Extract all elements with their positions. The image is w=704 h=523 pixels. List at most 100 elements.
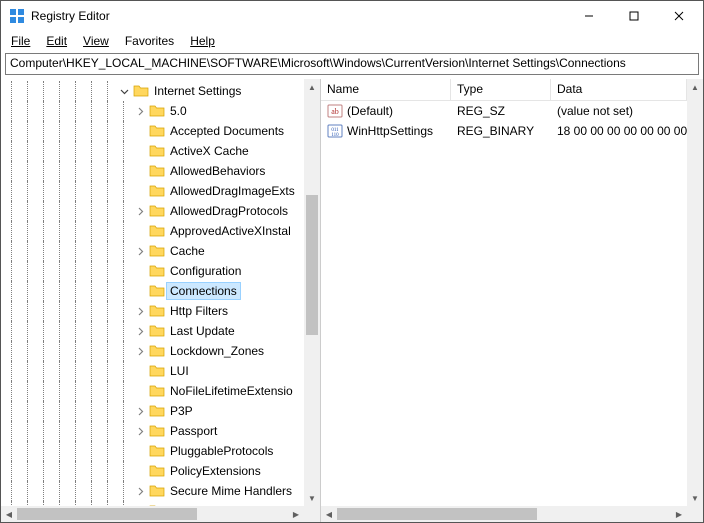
folder-icon [149,263,165,279]
tree-node[interactable]: Connections [5,281,304,301]
scroll-down-icon[interactable]: ▼ [687,490,703,506]
scroll-thumb[interactable] [17,508,197,520]
folder-icon [149,463,165,479]
scroll-down-icon[interactable]: ▼ [304,490,320,506]
scroll-right-icon[interactable]: ▶ [288,506,304,522]
list-header: Name Type Data [321,79,687,101]
folder-icon [149,323,165,339]
column-header-type[interactable]: Type [451,79,551,100]
tree-node-parent[interactable]: Internet Settings [5,81,304,101]
address-path: Computer\HKEY_LOCAL_MACHINE\SOFTWARE\Mic… [10,56,626,70]
registry-tree[interactable]: Internet Settings5.0Accepted DocumentsAc… [1,79,304,506]
tree-vertical-scrollbar[interactable]: ▲ ▼ [304,79,320,506]
tree-node[interactable]: AllowedDragProtocols [5,201,304,221]
folder-icon [149,383,165,399]
tree-node[interactable]: Last Update [5,321,304,341]
folder-icon [149,203,165,219]
scroll-thumb[interactable] [337,508,537,520]
tree-node[interactable]: ApprovedActiveXInstal [5,221,304,241]
tree-node[interactable]: Accepted Documents [5,121,304,141]
tree-node-label: P3P [167,403,196,419]
address-bar[interactable]: Computer\HKEY_LOCAL_MACHINE\SOFTWARE\Mic… [5,53,699,75]
value-type: REG_SZ [457,104,505,118]
folder-icon [149,223,165,239]
scroll-left-icon[interactable]: ◀ [1,506,17,522]
value-list[interactable]: Name Type Data ab (Default) REG_SZ (value n… [321,79,687,506]
list-pane: Name Type Data ab (Default) REG_SZ (value n… [321,79,703,522]
expand-collapse-icon[interactable] [133,424,147,438]
svg-text:ab: ab [331,107,339,116]
tree-node-label: Cache [167,243,208,259]
window-title: Registry Editor [31,9,110,23]
scroll-track[interactable] [17,506,288,522]
value-data: 18 00 00 00 00 00 00 00 01 00 0 [557,124,687,138]
scroll-track[interactable] [687,95,703,490]
list-row[interactable]: 011110WinHttpSettingsREG_BINARY18 00 00 … [321,121,687,141]
scroll-track[interactable] [337,506,671,522]
content-area: Internet Settings5.0Accepted DocumentsAc… [1,79,703,522]
menu-view[interactable]: View [77,32,115,50]
value-data: (value not set) [557,104,633,118]
tree-node-label: Secure Mime Handlers [167,483,295,499]
scroll-left-icon[interactable]: ◀ [321,506,337,522]
tree-node[interactable]: Passport [5,421,304,441]
tree-node-label: AllowedDragProtocols [167,203,291,219]
tree-node-label: AllowedBehaviors [167,163,268,179]
tree-node[interactable]: Configuration [5,261,304,281]
app-icon [9,8,25,24]
tree-node-label: NoFileLifetimeExtensio [167,383,296,399]
tree-node-label: AllowedDragImageExts [167,183,298,199]
expand-collapse-icon[interactable] [133,304,147,318]
tree-node-label: Last Update [167,323,238,339]
menu-file[interactable]: File [5,32,36,50]
expand-collapse-icon[interactable] [117,84,131,98]
menu-favorites[interactable]: Favorites [119,32,180,50]
tree-node[interactable]: AllowedBehaviors [5,161,304,181]
tree-node[interactable]: LUI [5,361,304,381]
close-button[interactable] [656,2,701,30]
folder-icon [149,423,165,439]
list-row[interactable]: ab (Default) REG_SZ (value not set) [321,101,687,121]
expand-collapse-icon[interactable] [133,344,147,358]
tree-node[interactable]: NoFileLifetimeExtensio [5,381,304,401]
folder-icon [149,363,165,379]
list-horizontal-scrollbar[interactable]: ◀ ▶ [321,506,687,522]
tree-horizontal-scrollbar[interactable]: ◀ ▶ [1,506,304,522]
list-vertical-scrollbar[interactable]: ▲ ▼ [687,79,703,506]
tree-node[interactable]: PluggableProtocols [5,441,304,461]
tree-node[interactable]: Secure Mime Handlers [5,481,304,501]
menu-help[interactable]: Help [184,32,221,50]
tree-node-label: ApprovedActiveXInstal [167,223,294,239]
tree-node[interactable]: P3P [5,401,304,421]
maximize-button[interactable] [611,2,656,30]
tree-node-label: PolicyExtensions [167,463,264,479]
expand-collapse-icon[interactable] [133,484,147,498]
menu-edit[interactable]: Edit [40,32,73,50]
expand-collapse-icon[interactable] [133,324,147,338]
tree-node[interactable]: ActiveX Cache [5,141,304,161]
folder-icon [149,303,165,319]
tree-node[interactable]: Cache [5,241,304,261]
expand-collapse-icon[interactable] [133,104,147,118]
scroll-up-icon[interactable]: ▲ [687,79,703,95]
scrollbar-corner [304,506,320,522]
folder-icon [149,103,165,119]
scroll-thumb[interactable] [306,195,318,335]
scroll-right-icon[interactable]: ▶ [671,506,687,522]
expand-collapse-icon[interactable] [133,244,147,258]
value-name: (Default) [347,104,393,118]
scroll-up-icon[interactable]: ▲ [304,79,320,95]
expand-collapse-icon[interactable] [133,204,147,218]
tree-node[interactable]: 5.0 [5,101,304,121]
folder-icon [149,283,165,299]
column-header-name[interactable]: Name [321,79,451,100]
column-header-data[interactable]: Data [551,79,687,100]
tree-node[interactable]: Lockdown_Zones [5,341,304,361]
minimize-button[interactable] [566,2,611,30]
scroll-track[interactable] [304,95,320,490]
tree-node[interactable]: AllowedDragImageExts [5,181,304,201]
tree-node[interactable]: PolicyExtensions [5,461,304,481]
tree-node[interactable]: Http Filters [5,301,304,321]
menubar: File Edit View Favorites Help [1,31,703,51]
expand-collapse-icon[interactable] [133,404,147,418]
